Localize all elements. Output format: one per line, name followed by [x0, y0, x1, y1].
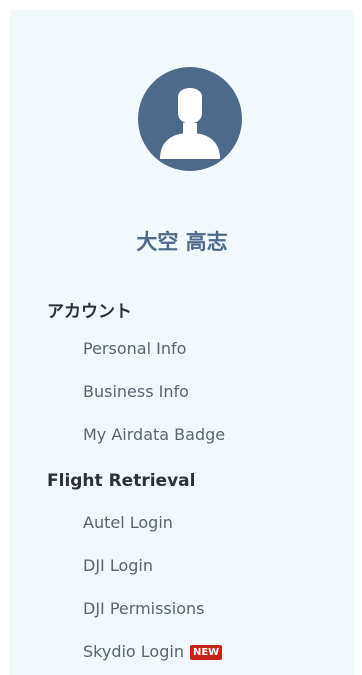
user-silhouette-icon	[160, 88, 220, 159]
nav-link-autel-login[interactable]: Autel Login	[83, 513, 173, 532]
nav-link-skydio-login-label: Skydio Login	[83, 642, 184, 661]
nav-link-personal-info[interactable]: Personal Info	[83, 339, 186, 358]
section-heading-flight-retrieval: Flight Retrieval	[47, 471, 196, 491]
nav-link-skydio-login[interactable]: Skydio Login NEW	[83, 642, 223, 661]
nav-link-business-info[interactable]: Business Info	[83, 382, 189, 401]
avatar	[138, 67, 242, 171]
user-name: 大空 高志	[136, 230, 228, 254]
nav-link-dji-login[interactable]: DJI Login	[83, 556, 153, 575]
account-sidebar: 大空 高志 アカウント Personal Info Business Info …	[10, 10, 354, 675]
new-badge: NEW	[189, 645, 223, 660]
nav-link-dji-permissions[interactable]: DJI Permissions	[83, 599, 204, 618]
section-heading-account: アカウント	[47, 302, 132, 322]
nav-link-my-airdata-badge[interactable]: My Airdata Badge	[83, 425, 225, 444]
